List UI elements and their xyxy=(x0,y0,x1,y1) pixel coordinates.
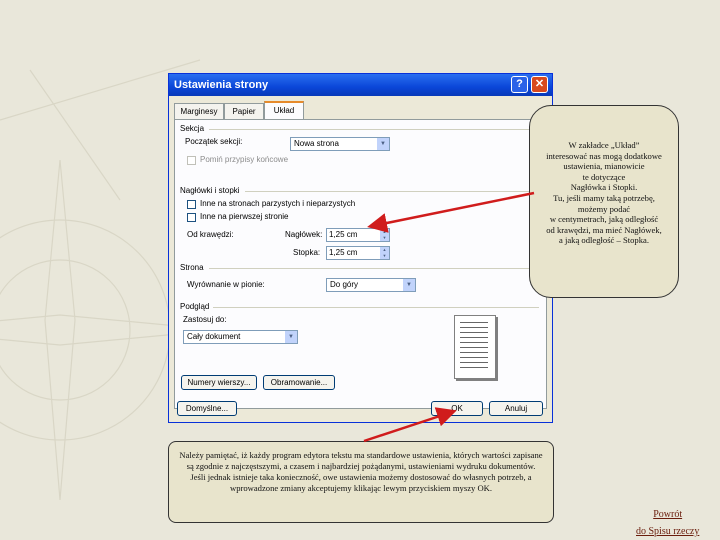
tab-layout[interactable]: Układ xyxy=(264,101,304,120)
divider xyxy=(245,191,539,192)
from-edge-label: Od krawędzi: xyxy=(187,230,234,239)
footer-distance-label: Stopka: xyxy=(293,248,321,257)
back-to-contents-link[interactable]: Powrót do Spisu rzeczy xyxy=(636,506,699,540)
dialog-title: Ustawienia strony xyxy=(174,79,269,91)
preview-line xyxy=(460,352,488,353)
section-start-select[interactable]: Nowa strona ▼ xyxy=(290,137,390,151)
spin-arrows-icon[interactable]: ▲ ▼ xyxy=(380,229,389,241)
preview-line xyxy=(460,367,488,368)
close-button[interactable]: ✕ xyxy=(531,76,548,93)
layout-callout: W zakładce „Układ” interesować nas mogą … xyxy=(529,105,679,298)
chevron-down-icon: ▼ xyxy=(285,331,297,343)
first-page-label: Inne na pierwszej stronie xyxy=(200,212,289,221)
spin-arrows-icon[interactable]: ▲ ▼ xyxy=(380,247,389,259)
section-start-value: Nowa strona xyxy=(294,139,339,148)
preview-line xyxy=(460,342,488,343)
footer-distance-spinner[interactable]: 1,25 cm ▲ ▼ xyxy=(326,246,390,260)
section-start-label: Początek sekcji: xyxy=(185,137,243,146)
odd-even-checkbox[interactable] xyxy=(187,200,196,209)
section-heading-sekcja: Sekcja xyxy=(180,124,205,133)
preview-line xyxy=(460,327,488,328)
header-distance-value: 1,25 cm xyxy=(329,230,358,239)
section-heading-podglad: Podgląd xyxy=(180,302,210,311)
line-numbers-button[interactable]: Numery wierszy... xyxy=(181,375,257,390)
preview-line xyxy=(460,357,488,358)
preview-line xyxy=(460,322,488,323)
page-preview xyxy=(454,315,496,379)
chevron-down-icon: ▼ xyxy=(403,279,415,291)
default-button[interactable]: Domyślne... xyxy=(177,401,237,416)
dialog-titlebar: Ustawienia strony ? ✕ xyxy=(169,74,552,96)
footer-distance-value: 1,25 cm xyxy=(329,248,358,257)
divider xyxy=(209,129,539,130)
valign-value: Do góry xyxy=(330,280,359,289)
info-note: Należy pamiętać, iż każdy program edytor… xyxy=(168,441,554,523)
section-heading-strona: Strona xyxy=(180,263,204,272)
tab-paper[interactable]: Papier xyxy=(224,103,264,119)
apply-to-select[interactable]: Cały dokument ▼ xyxy=(183,330,298,344)
preview-line xyxy=(460,332,488,333)
first-page-checkbox[interactable] xyxy=(187,213,196,222)
preview-line xyxy=(460,337,488,338)
header-distance-label: Nagłówek: xyxy=(285,230,323,239)
chevron-down-icon: ▼ xyxy=(377,138,389,150)
apply-to-label: Zastosuj do: xyxy=(183,315,227,324)
valign-label: Wyrównanie w pionie: xyxy=(187,280,265,289)
valign-select[interactable]: Do góry ▼ xyxy=(326,278,416,292)
header-distance-spinner[interactable]: 1,25 cm ▲ ▼ xyxy=(326,228,390,242)
ok-button[interactable]: OK xyxy=(431,401,483,416)
suppress-endnotes-label: Pomiń przypisy końcowe xyxy=(200,155,289,164)
borders-button[interactable]: Obramowanie... xyxy=(263,375,335,390)
divider xyxy=(213,307,539,308)
tab-margins[interactable]: Marginesy xyxy=(174,103,224,119)
cancel-button[interactable]: Anuluj xyxy=(489,401,543,416)
odd-even-label: Inne na stronach parzystych i nieparzyst… xyxy=(200,199,356,208)
preview-line xyxy=(460,347,488,348)
page-setup-dialog: Ustawienia strony ? ✕ Marginesy Papier U… xyxy=(168,73,553,423)
section-heading-headers: Nagłówki i stopki xyxy=(180,186,240,195)
help-button[interactable]: ? xyxy=(511,76,528,93)
suppress-endnotes-checkbox[interactable] xyxy=(187,156,196,165)
apply-to-value: Cały dokument xyxy=(187,332,241,341)
preview-line xyxy=(460,362,488,363)
layout-panel: Sekcja Początek sekcji: Nowa strona ▼ Po… xyxy=(174,119,547,409)
divider xyxy=(209,268,539,269)
